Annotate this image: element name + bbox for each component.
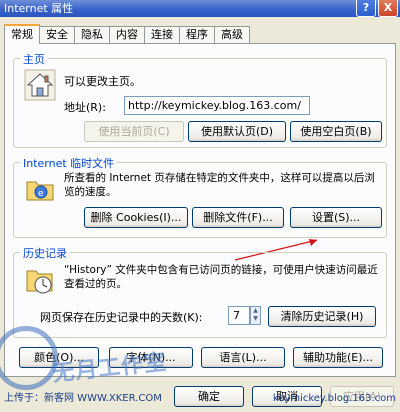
history-group: 历史记录 “History” 文件夹中包含有已访问页的链接，可使用户快速访问最近… [13, 245, 387, 338]
home-page-address-field[interactable]: http://keymickey.blog.163.com/ [124, 96, 310, 115]
tab-advanced[interactable]: 高级 [214, 26, 250, 44]
house-icon [24, 69, 56, 101]
address-label: 地址(R): [64, 101, 106, 114]
upload-caption: 上传于：新客网 WWW.XKER.COM [4, 393, 162, 404]
clear-history-button[interactable]: 清除历史记录(H) [268, 306, 376, 327]
tab-panel: 主页 可以更改主页。 地址(R): http://keymickey.blog.… [4, 43, 396, 377]
temp-files-description: 所查看的 Internet 页存储在特定的文件夹中，这样可以提高以后浏览的速度。 [64, 172, 375, 198]
history-days-label: 网页保存在历史记录中的天数(K): [40, 311, 203, 324]
tab-strip: 常规 安全 隐私 内容 连接 程序 高级 [4, 24, 250, 44]
home-page-group-title: 主页 [20, 51, 48, 67]
tab-content[interactable]: 内容 [109, 26, 145, 44]
history-group-title: 历史记录 [20, 245, 70, 261]
use-blank-button[interactable]: 使用空白页(B) [290, 121, 382, 142]
svg-text:e: e [38, 189, 44, 199]
spinner-down-icon[interactable]: ▼ [251, 315, 260, 323]
temp-files-group: Internet 临时文件 e 所查看的 Internet 页存储在特定的文件夹… [13, 155, 387, 238]
history-description: “History” 文件夹中包含有已访问页的链接，可使用户快速访问最近查看过的页… [64, 264, 378, 290]
tab-general[interactable]: 常规 [4, 24, 40, 44]
window-title: Internet 属性 [4, 2, 74, 15]
delete-cookies-button[interactable]: 删除 Cookies(I)... [84, 207, 188, 228]
title-bar: Internet 属性 ? X [0, 0, 400, 17]
history-days-spinner[interactable]: ▲ ▼ [250, 306, 261, 325]
use-current-button[interactable]: 使用当前页(C) [84, 121, 184, 142]
tab-privacy[interactable]: 隐私 [74, 26, 110, 44]
delete-files-button[interactable]: 删除文件(F)... [192, 207, 284, 228]
history-days-field[interactable]: 7 [228, 306, 250, 325]
history-clock-icon [26, 270, 53, 294]
tab-security[interactable]: 安全 [39, 26, 75, 44]
watermark-logo-icon [0, 326, 58, 390]
temp-files-folder-icon: e [26, 181, 54, 201]
settings-button[interactable]: 设置(S)... [290, 207, 382, 228]
tab-connections[interactable]: 连接 [144, 26, 180, 44]
title-buttons: ? X [356, 0, 398, 17]
home-page-description: 可以更改主页。 [64, 75, 141, 88]
help-button[interactable]: ? [356, 0, 376, 17]
spinner-up-icon[interactable]: ▲ [251, 307, 260, 315]
close-button[interactable]: X [378, 0, 398, 17]
temp-files-group-title: Internet 临时文件 [20, 155, 118, 171]
tab-programs[interactable]: 程序 [179, 26, 215, 44]
site-caption: keymickey.blog.163.com [272, 393, 396, 404]
accessibility-button[interactable]: 辅助功能(E)... [293, 347, 383, 368]
languages-button[interactable]: 语言(L)... [201, 347, 285, 368]
use-default-button[interactable]: 使用默认页(D) [188, 121, 286, 142]
home-page-group: 主页 可以更改主页。 地址(R): http://keymickey.blog.… [13, 51, 387, 148]
